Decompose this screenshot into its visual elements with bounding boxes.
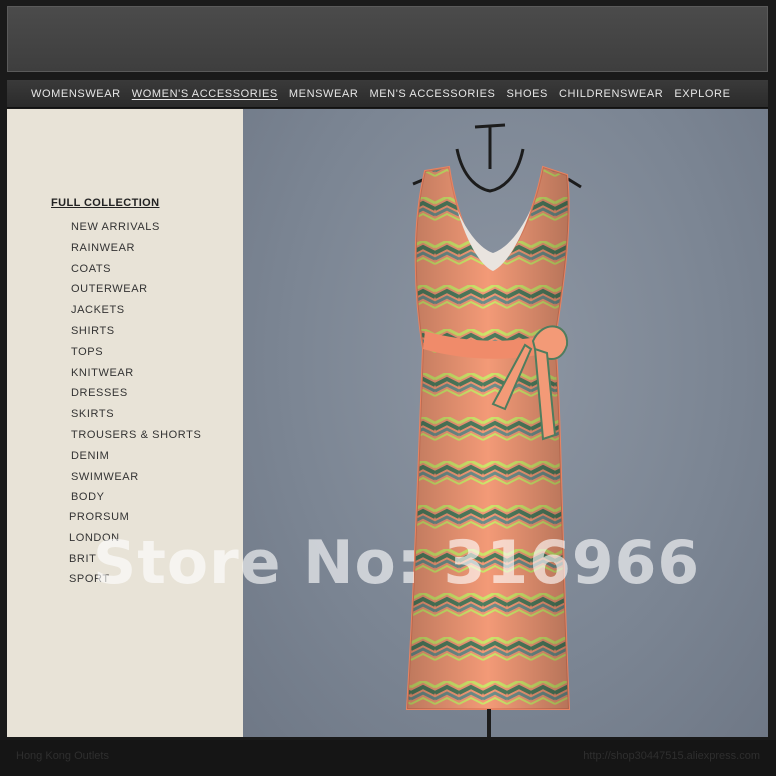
footer-store-url[interactable]: http://shop30447515.aliexpress.com <box>583 750 760 762</box>
sidebar-item-tops[interactable]: TOPS <box>51 342 201 363</box>
nav-item-childrenswear[interactable]: CHILDRENSWEAR <box>559 88 663 100</box>
collection-menu: FULL COLLECTION NEW ARRIVALS RAINWEAR CO… <box>51 197 201 508</box>
sidebar-item-new-arrivals[interactable]: NEW ARRIVALS <box>51 217 201 238</box>
dress-on-mannequin-image <box>405 123 582 737</box>
nav-item-shoes[interactable]: SHOES <box>506 88 548 100</box>
nav-item-mens-accessories[interactable]: MEN'S ACCESSORIES <box>369 88 495 100</box>
full-collection-link[interactable]: FULL COLLECTION <box>51 197 201 209</box>
footer: Hong Kong Outlets http://shop30447515.al… <box>0 740 776 776</box>
sidebar-item-outerwear[interactable]: OUTERWEAR <box>51 279 201 300</box>
top-banner <box>7 6 768 72</box>
product-photo <box>243 109 768 737</box>
sidebar-item-dresses[interactable]: DRESSES <box>51 383 201 404</box>
sidebar-item-prorsum[interactable]: PRORSUM <box>69 507 129 528</box>
nav-item-womens-accessories[interactable]: WOMEN'S ACCESSORIES <box>132 88 278 100</box>
sidebar-item-knitwear[interactable]: KNITWEAR <box>51 363 201 384</box>
nav-item-menswear[interactable]: MENSWEAR <box>289 88 359 100</box>
sidebar-item-trousers-shorts[interactable]: TROUSERS & SHORTS <box>51 425 201 446</box>
sidebar-item-skirts[interactable]: SKIRTS <box>51 404 201 425</box>
footer-store-name: Hong Kong Outlets <box>16 750 109 762</box>
sidebar: FULL COLLECTION NEW ARRIVALS RAINWEAR CO… <box>7 109 243 737</box>
sidebar-item-rainwear[interactable]: RAINWEAR <box>51 238 201 259</box>
sidebar-item-denim[interactable]: DENIM <box>51 446 201 467</box>
store-number-watermark: Store No: 316966 <box>93 528 701 598</box>
sidebar-item-jackets[interactable]: JACKETS <box>51 300 201 321</box>
sidebar-item-swimwear[interactable]: SWIMWEAR <box>51 467 201 488</box>
sidebar-item-coats[interactable]: COATS <box>51 259 201 280</box>
sidebar-item-shirts[interactable]: SHIRTS <box>51 321 201 342</box>
nav-item-explore[interactable]: EXPLORE <box>674 88 730 100</box>
page-frame: WOMENSWEAR WOMEN'S ACCESSORIES MENSWEAR … <box>0 0 776 776</box>
sidebar-item-body[interactable]: BODY <box>51 487 201 508</box>
nav-item-womenswear[interactable]: WOMENSWEAR <box>31 88 121 100</box>
top-navigation: WOMENSWEAR WOMEN'S ACCESSORIES MENSWEAR … <box>7 80 768 108</box>
